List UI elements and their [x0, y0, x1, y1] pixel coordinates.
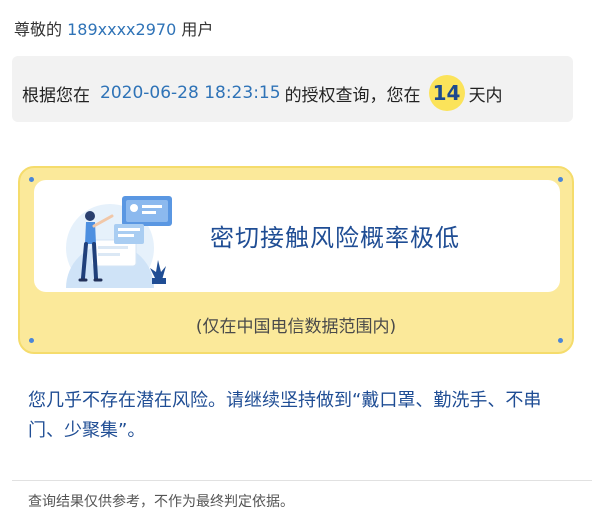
disclaimer-text: 查询结果仅供参考，不作为最终判定依据。: [28, 494, 294, 510]
divider: [12, 480, 592, 481]
risk-result-panel: 密切接触风险概率极低: [34, 180, 560, 292]
query-middle: 的授权查询，您在: [284, 85, 421, 106]
person-presenting-board-illustration: [66, 196, 172, 288]
query-timestamp: 2020-06-28 18:23:15: [100, 83, 281, 103]
query-prefix: 根据您在: [22, 85, 90, 106]
query-suffix: 天内: [468, 85, 503, 106]
scope-note: (仅在中国电信数据范围内): [195, 317, 397, 337]
corner-dot: [558, 177, 563, 182]
risk-result-title: 密切接触风险概率极低: [210, 224, 460, 252]
greeting-line: 尊敬的 189xxxx2970 用户: [14, 16, 213, 40]
corner-dot: [558, 338, 563, 343]
days-badge: 14: [428, 75, 465, 111]
corner-dot: [29, 177, 34, 182]
phone-number: 189xxxx2970: [67, 20, 177, 39]
risk-result-card: 密切接触风险概率极低 (仅在中国电信数据范围内): [18, 166, 574, 354]
advice-text: 您几乎不存在潜在风险。请继续坚持做到“戴口罩、勤洗手、不串门、少聚集”。: [28, 390, 542, 441]
query-info-box: 根据您在 2020-06-28 18:23:15 的授权查询，您在 14 天内: [12, 56, 573, 122]
corner-dot: [29, 338, 34, 343]
greeting-prefix: 尊敬的: [14, 20, 63, 39]
greeting-suffix: 用户: [181, 20, 214, 39]
query-line: 根据您在 2020-06-28 18:23:15 的授权查询，您在 14 天内: [22, 75, 503, 111]
